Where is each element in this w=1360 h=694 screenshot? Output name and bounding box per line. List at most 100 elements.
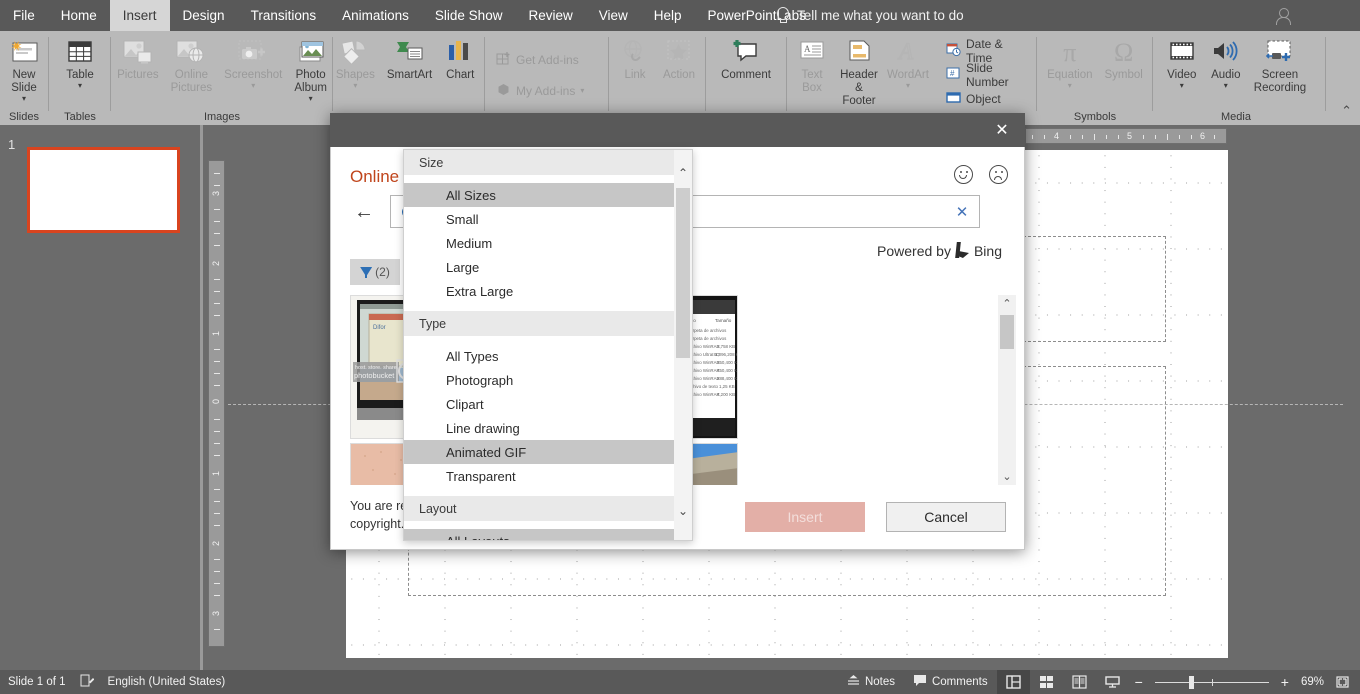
dropdown-item-all-sizes[interactable]: All Sizes — [404, 183, 676, 207]
dropdown-scrollbar[interactable]: ⌃ ⌄ — [674, 150, 692, 540]
ribbon-tab-home[interactable]: Home — [48, 0, 110, 31]
dropdown-item-large[interactable]: Large — [404, 255, 676, 279]
my-addins-caret-icon[interactable]: ▾ — [580, 86, 584, 95]
slide-sorter-view-button[interactable] — [1030, 670, 1063, 694]
table-button[interactable]: Table ▾ — [58, 31, 102, 90]
dropdown-scroll-up-icon[interactable]: ⌃ — [674, 162, 692, 184]
smartart-button[interactable]: SmartArt — [381, 31, 438, 82]
vruler-tick-0: 0 — [211, 399, 221, 405]
accessibility-check-icon[interactable] — [80, 674, 94, 691]
pictures-button[interactable]: Pictures — [111, 31, 165, 82]
back-button[interactable]: ← — [351, 199, 377, 225]
collapse-ribbon-button[interactable]: ⌃ — [1341, 103, 1352, 119]
insert-button[interactable]: Insert — [745, 502, 865, 532]
ribbon-tab-design[interactable]: Design — [170, 0, 238, 31]
ribbon-tab-insert[interactable]: Insert — [109, 0, 170, 31]
zoom-out-button[interactable]: − — [1129, 670, 1149, 694]
ribbon-group-illustrations: Shapes ▾ SmartArt Chart — [336, 31, 476, 125]
text-box-button[interactable]: A Text Box — [790, 31, 834, 95]
ribbon-tab-help[interactable]: Help — [641, 0, 695, 31]
results-scrollbar[interactable]: ⌃ ⌄ — [998, 295, 1016, 485]
sad-face-icon[interactable] — [989, 165, 1008, 184]
online-pictures-button[interactable]: Online Pictures — [165, 31, 219, 95]
audio-caret-icon[interactable]: ▾ — [1224, 82, 1228, 90]
video-button[interactable]: Video ▾ — [1160, 31, 1204, 90]
ribbon-tab-slide-show[interactable]: Slide Show — [422, 0, 516, 31]
ribbon-tab-transitions[interactable]: Transitions — [238, 0, 330, 31]
language-indicator[interactable]: English (United States) — [108, 676, 226, 688]
header-footer-button[interactable]: Header & Footer — [834, 31, 884, 108]
close-icon[interactable]: ✕ — [987, 118, 1017, 142]
pane-splitter[interactable] — [200, 125, 203, 670]
equation-button[interactable]: π Equation ▾ — [1041, 31, 1098, 90]
ribbon-separator — [48, 37, 49, 111]
scrollbar-thumb[interactable] — [1000, 315, 1014, 349]
screenshot-caret-icon[interactable]: ▾ — [251, 82, 255, 90]
notes-button[interactable]: Notes — [838, 670, 904, 694]
action-button[interactable]: Action — [657, 31, 701, 82]
zoom-handle[interactable] — [1188, 675, 1194, 689]
filter-dropdown-list: Size All Sizes Small Medium Large Extra … — [404, 150, 676, 540]
dropdown-item-animated-gif[interactable]: Animated GIF — [404, 440, 676, 464]
ribbon-tab-animations[interactable]: Animations — [329, 0, 422, 31]
dropdown-item-medium[interactable]: Medium — [404, 231, 676, 255]
ribbon-tab-file[interactable]: File — [0, 0, 48, 31]
reading-view-button[interactable] — [1063, 670, 1096, 694]
chart-button[interactable]: Chart — [438, 31, 482, 82]
wordart-caret-icon[interactable]: ▾ — [906, 82, 910, 90]
tell-me-search[interactable]: Tell me what you want to do — [775, 0, 964, 31]
comment-button[interactable]: Comment — [715, 31, 777, 82]
equation-caret-icon[interactable]: ▾ — [1068, 82, 1072, 90]
zoom-in-button[interactable]: + — [1275, 670, 1295, 694]
shapes-caret-icon[interactable]: ▾ — [353, 82, 357, 90]
audio-button[interactable]: Audio ▾ — [1204, 31, 1248, 90]
happy-face-icon[interactable] — [954, 165, 973, 184]
dropdown-scroll-down-icon[interactable]: ⌄ — [674, 500, 692, 522]
shapes-button[interactable]: Shapes ▾ — [330, 31, 381, 90]
slide-indicator[interactable]: Slide 1 of 1 — [8, 676, 66, 688]
dropdown-item-all-types[interactable]: All Types — [404, 344, 676, 368]
video-caret-icon[interactable]: ▾ — [1180, 82, 1184, 90]
ribbon-tab-view[interactable]: View — [586, 0, 641, 31]
scroll-up-icon[interactable]: ⌃ — [998, 295, 1016, 312]
ribbon-tab-review[interactable]: Review — [515, 0, 585, 31]
photo-album-caret-icon[interactable]: ▾ — [309, 95, 313, 103]
dropdown-item-line-drawing[interactable]: Line drawing — [404, 416, 676, 440]
symbol-button[interactable]: Ω Symbol — [1099, 31, 1149, 82]
slide-show-button[interactable] — [1096, 670, 1129, 694]
screen-recording-button[interactable]: Screen Recording — [1248, 31, 1312, 95]
dropdown-item-small[interactable]: Small — [404, 207, 676, 231]
dropdown-scrollbar-thumb[interactable] — [676, 188, 690, 358]
cancel-button[interactable]: Cancel — [886, 502, 1006, 532]
slide-thumbnail-1[interactable] — [27, 147, 180, 233]
filter-button[interactable]: (2) — [350, 259, 400, 285]
notes-icon — [847, 674, 860, 690]
screenshot-button[interactable]: Screenshot ▾ — [218, 31, 288, 90]
comments-button[interactable]: Comments — [904, 670, 997, 694]
wordart-button[interactable]: A WordArt ▾ — [884, 31, 932, 90]
slide-number-button[interactable]: # Slide Number — [940, 61, 1030, 89]
get-addins-button[interactable]: Get Add-ins — [490, 48, 585, 72]
new-slide-caret-icon[interactable]: ▾ — [22, 95, 26, 103]
zoom-level-label[interactable]: 69% — [1295, 670, 1330, 694]
object-button[interactable]: Object — [940, 87, 1030, 111]
fit-to-window-icon[interactable] — [1330, 670, 1354, 694]
dropdown-item-extra-large[interactable]: Extra Large — [404, 279, 676, 303]
dropdown-item-clipart[interactable]: Clipart — [404, 392, 676, 416]
dropdown-item-all-layouts[interactable]: All Layouts — [404, 529, 676, 540]
date-time-button[interactable]: Date & Time — [940, 37, 1030, 65]
ribbon-separator — [608, 37, 609, 111]
dropdown-item-transparent[interactable]: Transparent — [404, 464, 676, 488]
link-button[interactable]: Link — [613, 31, 657, 82]
new-slide-button[interactable]: New Slide ▾ — [2, 31, 46, 103]
dropdown-item-photograph[interactable]: Photograph — [404, 368, 676, 392]
vertical-scrollbar[interactable] — [1346, 125, 1360, 670]
photo-album-button[interactable]: Photo Album ▾ — [288, 31, 333, 103]
table-caret-icon[interactable]: ▾ — [78, 82, 82, 90]
clear-search-icon[interactable]: ✕ — [945, 196, 979, 227]
zoom-slider[interactable] — [1149, 670, 1275, 694]
scroll-down-icon[interactable]: ⌄ — [998, 468, 1016, 485]
normal-view-button[interactable] — [996, 670, 1030, 694]
share-button[interactable] — [1276, 4, 1346, 28]
my-addins-button[interactable]: My Add-ins ▾ — [490, 79, 590, 103]
